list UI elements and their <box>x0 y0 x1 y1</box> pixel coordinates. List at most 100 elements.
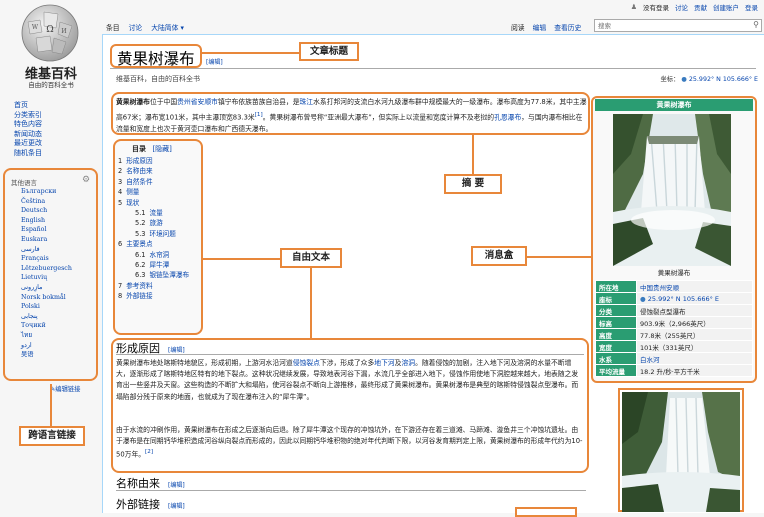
tab-history[interactable]: 查看历史 <box>554 22 581 32</box>
language-link[interactable]: Lietuvių <box>21 273 72 283</box>
talk-link[interactable]: 讨论 <box>675 2 688 12</box>
infobox-row: 平均流量 18.2 升/秒·平方千米 <box>595 364 753 377</box>
lead-link-anshun[interactable]: 贵州省安顺市 <box>177 98 218 106</box>
toc-item[interactable]: 5.3 环境问题 <box>118 229 189 239</box>
toc-item[interactable]: 6.2 犀牛潭 <box>118 260 189 270</box>
link-erosion-knickpoint[interactable]: 侵蚀裂点 <box>293 359 320 367</box>
free-text-callout: 自由文本 <box>280 248 342 268</box>
infobox-key: 宽度 <box>595 340 637 353</box>
toc-item[interactable]: 3 自然条件 <box>118 177 189 187</box>
toc-item-number: 4 <box>118 188 123 197</box>
toc-item[interactable]: 4 侧量 <box>118 187 189 197</box>
para-text: 黄果树瀑布地处喀斯特地貌区，形成初期，上游河水沿河道 <box>116 359 293 367</box>
nav-item-news[interactable]: 新闻动态 <box>14 130 42 140</box>
infobox-value-link[interactable]: 白水河 <box>636 352 753 365</box>
waterfall-photo-2[interactable] <box>622 392 740 512</box>
section-edit-link[interactable]: [编辑] <box>168 482 185 489</box>
namespace-tabs: 条目 讨论 大陆简体 ▾ <box>106 22 184 32</box>
link-underground-river[interactable]: 地下河 <box>374 359 394 367</box>
infobox-row: 标高 903.9米（2,966英尺） <box>595 316 753 329</box>
nav-item-categories[interactable]: 分类索引 <box>14 111 42 121</box>
language-link[interactable]: 吴语 <box>21 350 72 360</box>
toc-item[interactable]: 5 现状 <box>118 198 189 208</box>
language-link[interactable]: ไทย <box>21 331 72 341</box>
language-link[interactable]: مازِرونی <box>21 283 72 293</box>
tab-talk[interactable]: 讨论 <box>129 22 143 32</box>
coordinates-link[interactable]: 25.992° N 105.666° E <box>689 76 758 83</box>
infobox-value-link[interactable]: ● 25.992° N 105.666° E <box>636 292 753 305</box>
nav-item-home[interactable]: 首页 <box>14 101 42 111</box>
nav-item-recent-changes[interactable]: 最近更改 <box>14 139 42 149</box>
infobox-caption: 黄果树瀑布 <box>657 269 691 277</box>
svg-text:W: W <box>32 24 39 31</box>
language-link[interactable]: Euskara <box>21 235 72 245</box>
language-link[interactable]: Español <box>21 225 72 235</box>
toc-item[interactable]: 6.3 银链坠潭瀑布 <box>118 270 189 280</box>
tab-variant[interactable]: 大陆简体 ▾ <box>151 22 184 32</box>
language-link[interactable]: Lëtzebuergesch <box>21 264 72 274</box>
free-text-leader-down <box>310 268 312 338</box>
search-input[interactable] <box>595 20 748 31</box>
lead-text: 镇宁布依族苗族自治县，是 <box>217 98 300 106</box>
language-link[interactable]: Deutsch <box>21 206 72 216</box>
login-link[interactable]: 登录 <box>745 2 758 12</box>
toc-item[interactable]: 6 主要景点 <box>118 239 189 249</box>
toc-item-text: 现状 <box>126 198 140 207</box>
lead-text: 。黄果树瀑布曾号称“亚洲最大瀑布”，但实际上以流量和宽度计算不及老挝的 <box>262 112 495 121</box>
language-link[interactable]: Български <box>21 187 72 197</box>
para-text: 下涉，形成了众多 <box>319 359 375 367</box>
language-link[interactable]: Français <box>21 254 72 264</box>
language-link[interactable]: پنجابی <box>21 312 72 322</box>
language-link[interactable]: فارسی <box>21 245 72 255</box>
tab-edit[interactable]: 编辑 <box>533 22 547 32</box>
language-link[interactable]: Norsk bokmål <box>21 293 72 303</box>
nav-item-random[interactable]: 随机条目 <box>14 149 42 159</box>
infobox-key: 所在地 <box>595 280 637 293</box>
lead-ref-1[interactable]: [1] <box>255 112 263 118</box>
toc-list: 1 形成原因 2 名称由来 3 自然条件 4 侧量 5 现状 5.1 流量 5.2 旅游 5.3 环境问题 6 主… <box>118 156 189 302</box>
edit-links-link[interactable]: ✎编辑链接 <box>50 384 80 393</box>
edit-links-label: 编辑链接 <box>55 386 81 393</box>
language-link[interactable]: English <box>21 216 72 226</box>
infobox-value: 侵蚀裂点型瀑布 <box>636 304 753 317</box>
language-link[interactable]: Polski <box>21 302 72 312</box>
globe-icon: ● <box>640 294 646 303</box>
tab-article[interactable]: 条目 <box>106 22 120 32</box>
lead-link-pearl-river[interactable]: 珠江 <box>300 98 314 106</box>
language-link[interactable]: Čeština <box>21 197 72 207</box>
view-tabs: 阅读 编辑 查看历史 <box>511 22 581 32</box>
toc-item[interactable]: 5.2 旅游 <box>118 218 189 228</box>
toc-item-text: 形成原因 <box>126 157 153 165</box>
wikipedia-globe-logo[interactable]: Ω W И <box>14 2 86 64</box>
toc-hide-toggle[interactable]: [隐藏] <box>152 145 171 153</box>
language-link[interactable]: اردو <box>21 341 72 351</box>
toc-item[interactable]: 5.1 流量 <box>118 208 189 218</box>
nav-item-featured[interactable]: 特色内容 <box>14 120 42 130</box>
language-link[interactable]: Тоҷикӣ <box>21 321 72 331</box>
logo-tagline: 自由的百科全书 <box>28 81 74 89</box>
section-edit-link[interactable]: [编辑] <box>168 347 185 354</box>
tab-read[interactable]: 阅读 <box>511 22 525 32</box>
create-account-link[interactable]: 创建账户 <box>713 2 739 12</box>
toc-item[interactable]: 2 名称由来 <box>118 166 189 176</box>
waterfall-photo[interactable] <box>613 114 731 266</box>
languages-header: 其他语言 <box>11 179 37 187</box>
infobox-value: 903.9米（2,966英尺） <box>636 316 753 329</box>
lead-link-khone[interactable]: 孔恩瀑布 <box>494 113 521 121</box>
search-icon[interactable]: ⚲ <box>753 20 759 29</box>
toc-item[interactable]: 8 外部链接 <box>118 291 189 301</box>
toc-item[interactable]: 1 形成原因 <box>118 156 189 166</box>
infobox-key: 分类 <box>595 304 637 317</box>
infobox-value-link[interactable]: 中国贵州安顺 <box>636 280 753 293</box>
toc-item[interactable]: 6.1 水帘洞 <box>118 250 189 260</box>
section-edit-link[interactable]: [编辑] <box>168 503 185 510</box>
toc-item-number: 6 <box>118 240 123 249</box>
contributions-link[interactable]: 贡献 <box>694 2 707 12</box>
ref-2[interactable]: [2] <box>145 449 153 455</box>
gear-icon[interactable]: ⚙ <box>82 175 90 185</box>
toc-item[interactable]: 7 参考资料 <box>118 281 189 291</box>
toc-header: 目录 [隐藏] <box>132 144 172 154</box>
lead-text: 位于中国 <box>149 98 178 106</box>
title-edit-link[interactable]: [编辑] <box>206 57 223 66</box>
link-karst-cave[interactable]: 溶洞 <box>401 359 415 367</box>
